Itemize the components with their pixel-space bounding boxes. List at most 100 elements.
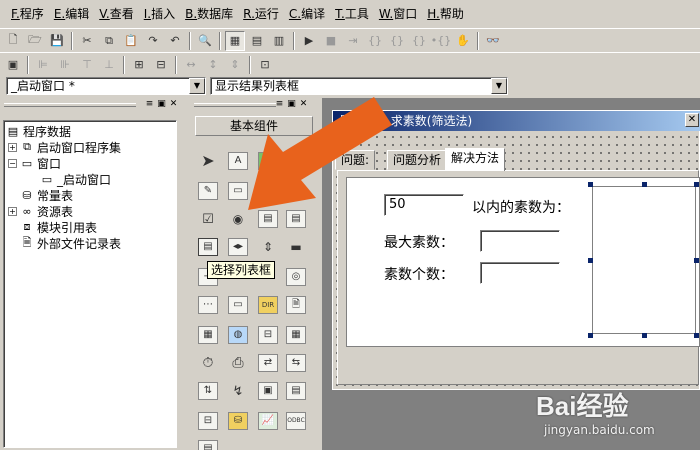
tree-node-external-files[interactable]: 🗎 外部文件记录表 [20, 235, 121, 251]
resize-handle[interactable] [588, 182, 593, 187]
database-icon[interactable]: ⛁ [226, 410, 250, 432]
resize-handle[interactable] [588, 258, 593, 263]
frame-icon[interactable]: ▣ [256, 380, 280, 402]
panel-menu-icon[interactable]: ≡ [144, 99, 155, 110]
menu-run[interactable]: R.运行 [238, 0, 284, 28]
panel-menu-icon[interactable]: ≡ [274, 99, 285, 110]
progress-bar-icon[interactable]: ▬ [284, 236, 308, 258]
tab-problem[interactable]: 问题: [335, 150, 376, 170]
tree-node-module-refs[interactable]: ⧈ 模块引用表 [20, 219, 98, 235]
connect-icon[interactable]: ⇅ [196, 380, 220, 402]
menu-program[interactable]: F.程序 [6, 0, 49, 28]
pointer-icon[interactable]: ➤ [196, 150, 220, 172]
help-search-icon[interactable]: 👓 [483, 31, 503, 51]
table-icon[interactable]: ▦ [196, 324, 220, 346]
resize-handle[interactable] [642, 333, 647, 338]
checkbox-icon[interactable]: ☑ [196, 208, 220, 230]
client-icon[interactable]: ⇆ [284, 352, 308, 374]
resize-handle[interactable] [694, 182, 699, 187]
step-out-icon[interactable]: {} [409, 31, 429, 51]
same-width-icon[interactable]: ↔ [181, 55, 201, 75]
picture-icon[interactable]: ▣ [256, 150, 280, 172]
grid-icon[interactable]: ▣ [3, 55, 23, 75]
copy-icon[interactable]: ⧉ [99, 31, 119, 51]
panel-restore-icon[interactable]: ▣ [286, 99, 297, 110]
odbc-icon[interactable]: ODBC [284, 410, 308, 432]
calendar-icon[interactable]: ▦ [284, 324, 308, 346]
open-folder-icon[interactable]: 🗁 [25, 31, 45, 51]
panel-restore-icon[interactable]: ▣ [156, 99, 167, 110]
timer-icon[interactable]: ⏱ [196, 352, 220, 374]
resize-handle[interactable] [694, 333, 699, 338]
property-view-icon[interactable]: ▥ [269, 31, 289, 51]
menu-window[interactable]: W.窗口 [374, 0, 422, 28]
event-select[interactable]: 显示结果列表框 ▼ [210, 77, 508, 95]
camera-icon[interactable]: ◎ [284, 266, 308, 288]
paste-icon[interactable]: 📋 [121, 31, 141, 51]
align-left-icon[interactable]: ⊫ [33, 55, 53, 75]
menu-edit[interactable]: E.编辑 [49, 0, 94, 28]
tree-node-root[interactable]: ▤ 程序数据 [6, 123, 71, 139]
cut-icon[interactable]: ✂ [77, 31, 97, 51]
combo-box-icon[interactable]: ▤ [256, 208, 280, 230]
tree-node-resources[interactable]: + ∞ 资源表 [8, 203, 73, 219]
resize-handle[interactable] [642, 182, 647, 187]
tree-node-constants[interactable]: ⛁ 常量表 [20, 187, 73, 203]
tab-solution[interactable]: 解决方法 [445, 148, 506, 171]
tab-order-icon[interactable]: ⊡ [255, 55, 275, 75]
tree-node-window[interactable]: − ▭ 窗口 [8, 155, 61, 171]
directory-icon[interactable]: DIR [256, 294, 280, 316]
tree-node-start-window[interactable]: ▭ _启动窗口 [40, 171, 111, 187]
expand-icon[interactable]: + [8, 206, 17, 216]
chevron-down-icon[interactable]: ▼ [189, 78, 205, 94]
max-prime-field[interactable] [480, 230, 560, 252]
split-view-icon[interactable]: ▤ [247, 31, 267, 51]
input-box-icon[interactable]: ▭ [226, 294, 250, 316]
chevron-down-icon[interactable]: ▼ [491, 78, 507, 94]
center-horizontal-icon[interactable]: ⊞ [129, 55, 149, 75]
more-component-icon[interactable]: ▤ [196, 438, 220, 450]
save-icon[interactable]: 💾 [47, 31, 67, 51]
stop-icon[interactable]: ■ [321, 31, 341, 51]
find-icon[interactable]: 🔍 [195, 31, 215, 51]
panel-grip[interactable] [4, 103, 136, 107]
radio-button-icon[interactable]: ◉ [226, 208, 250, 230]
resize-handle[interactable] [694, 258, 699, 263]
close-icon[interactable]: ✕ [168, 99, 179, 110]
hand-icon[interactable]: ✋ [453, 31, 473, 51]
new-file-icon[interactable]: 🗋 [3, 31, 23, 51]
image-list-icon[interactable]: ▤ [284, 380, 308, 402]
window-select[interactable]: _启动窗口 * ▼ [6, 77, 206, 95]
panel-grip[interactable] [194, 103, 276, 107]
globe-icon[interactable]: ◍ [226, 324, 250, 346]
close-icon[interactable]: ✕ [685, 113, 699, 127]
select-list-box-icon[interactable]: ▤ [196, 236, 220, 258]
breakpoint-icon[interactable]: •{} [431, 31, 452, 51]
step-icon[interactable]: ⇥ [343, 31, 363, 51]
link-icon[interactable]: ↯ [226, 380, 250, 402]
collapse-icon[interactable]: − [8, 158, 17, 168]
result-list-box[interactable] [592, 186, 696, 334]
redo-icon[interactable]: ↷ [143, 31, 163, 51]
menu-help[interactable]: H.帮助 [422, 0, 469, 28]
step-over-icon[interactable]: {} [387, 31, 407, 51]
menu-insert[interactable]: I.插入 [139, 0, 180, 28]
layout-view-icon[interactable]: ▦ [225, 30, 245, 51]
menu-view[interactable]: V.查看 [94, 0, 139, 28]
tab-analysis[interactable]: 问题分析 [387, 150, 448, 170]
same-size-icon[interactable]: ⇕ [225, 55, 245, 75]
edit-box-icon[interactable]: ✎ [196, 180, 220, 202]
close-icon[interactable]: ✕ [298, 99, 309, 110]
undo-icon[interactable]: ↶ [165, 31, 185, 51]
document-icon[interactable]: 🗎 [284, 294, 308, 316]
run-icon[interactable]: ▶ [299, 31, 319, 51]
align-bottom-icon[interactable]: ⊥ [99, 55, 119, 75]
printer-icon[interactable]: ⎙ [226, 352, 250, 374]
number-input[interactable]: 50 [384, 194, 464, 216]
expand-icon[interactable]: + [8, 142, 17, 152]
menu-compile[interactable]: C.编译 [284, 0, 330, 28]
align-top-icon[interactable]: ⊤ [77, 55, 97, 75]
network-icon[interactable]: ⇄ [256, 352, 280, 374]
status-bar-icon[interactable]: ⋯ [196, 294, 220, 316]
align-right-icon[interactable]: ⊪ [55, 55, 75, 75]
